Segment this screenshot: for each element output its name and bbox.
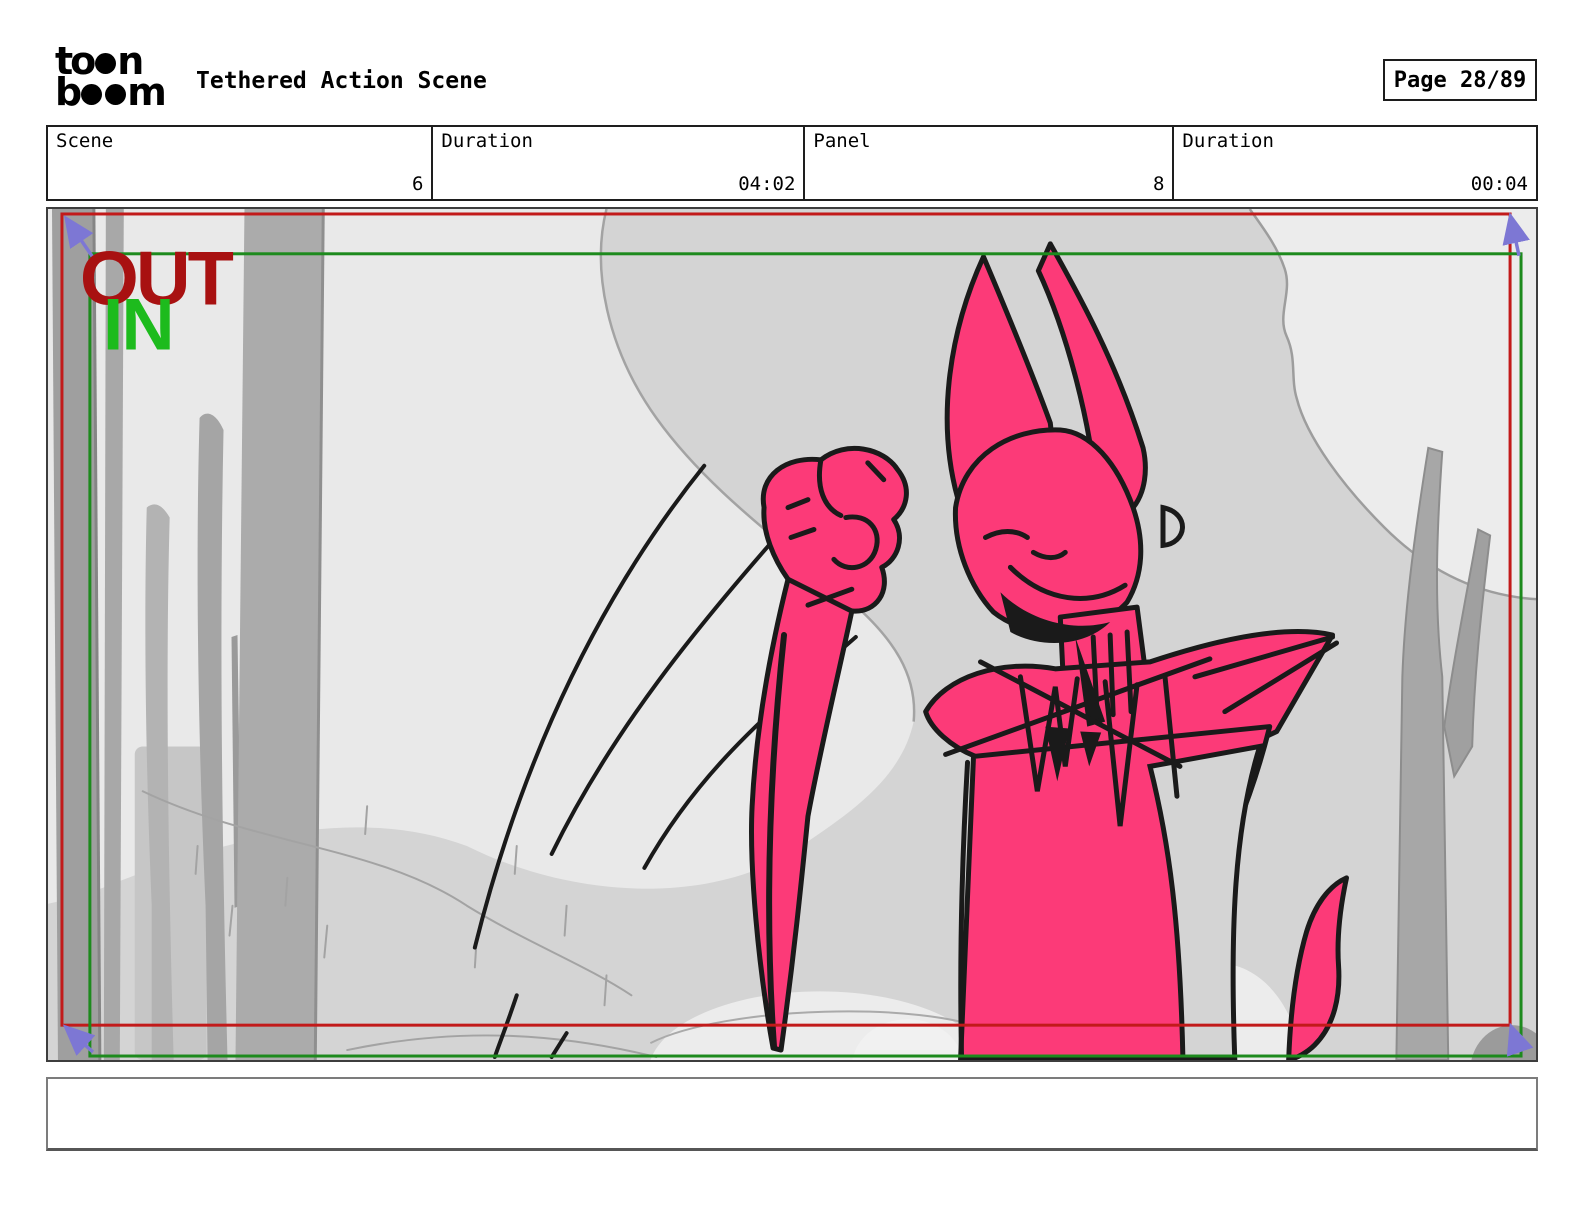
info-cell-scene-duration: Duration 04:02 (433, 127, 805, 199)
camera-in-label: IN (103, 282, 173, 365)
panel-value: 8 (813, 173, 1164, 195)
scene-duration-label: Duration (441, 130, 795, 152)
page-number-box: Page 28/89 (1383, 59, 1537, 101)
logo-dot-icon (95, 53, 116, 74)
logo-letter: m (127, 78, 164, 108)
storyboard-panel: OUT IN (46, 207, 1538, 1062)
caption-box (46, 1077, 1538, 1151)
info-cell-panel: Panel 8 (805, 127, 1174, 199)
logo-dot-icon (81, 84, 102, 105)
storyboard-drawing: OUT IN (48, 209, 1536, 1060)
panel-duration-value: 00:04 (1182, 173, 1528, 195)
toonboom-logo: ton bm (55, 46, 164, 108)
scene-value: 6 (56, 173, 423, 195)
logo-dot-icon (105, 84, 126, 105)
logo-letter: b (55, 78, 79, 108)
scene-duration-value: 04:02 (441, 173, 795, 195)
scene-label: Scene (56, 130, 423, 152)
panel-duration-label: Duration (1182, 130, 1528, 152)
project-title: Tethered Action Scene (196, 68, 487, 94)
panel-label: Panel (813, 130, 1164, 152)
info-cell-panel-duration: Duration 00:04 (1174, 127, 1536, 199)
panel-info-bar: Scene 6 Duration 04:02 Panel 8 Duration … (46, 125, 1538, 201)
info-cell-scene: Scene 6 (48, 127, 433, 199)
logo-line-2: bm (55, 77, 164, 108)
